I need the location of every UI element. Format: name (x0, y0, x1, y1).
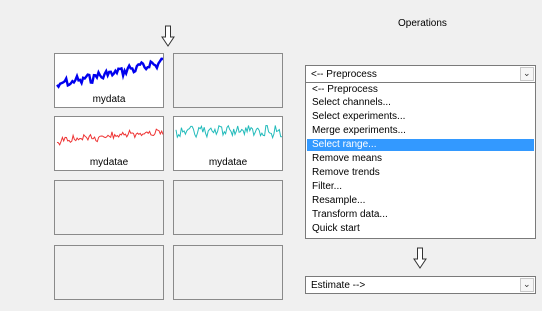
estimate-select-value: Estimate --> (311, 280, 366, 291)
down-arrow-icon (413, 247, 427, 272)
operations-heading: Operations (398, 18, 447, 29)
chevron-down-icon[interactable]: ⌄ (520, 278, 534, 292)
estimate-select[interactable]: Estimate --> ⌄ (305, 276, 536, 294)
data-tile-mydata[interactable]: mydata (54, 53, 164, 108)
menu-item-quick-start[interactable]: Quick start (307, 223, 534, 235)
menu-item-preprocess[interactable]: <-- Preprocess (307, 84, 534, 96)
data-tile-mydatae[interactable]: mydatae (173, 116, 283, 171)
empty-tile[interactable] (54, 245, 164, 300)
tile-label: mydatae (208, 157, 248, 168)
empty-tile[interactable] (173, 245, 283, 300)
menu-item-select-range[interactable]: Select range... (307, 139, 534, 151)
preprocess-dropdown-list: <-- Preprocess Select channels... Select… (305, 82, 536, 239)
menu-item-filter[interactable]: Filter... (307, 181, 534, 193)
chevron-down-icon[interactable]: ⌄ (520, 67, 534, 81)
menu-item-resample[interactable]: Resample... (307, 195, 534, 207)
menu-item-remove-means[interactable]: Remove means (307, 153, 534, 165)
menu-item-merge-experiments[interactable]: Merge experiments... (307, 125, 534, 137)
down-arrow-icon (161, 25, 175, 50)
preprocess-select-value: <-- Preprocess (311, 69, 377, 80)
menu-item-transform-data[interactable]: Transform data... (307, 209, 534, 221)
tile-label: mydata (92, 94, 126, 105)
signal-trace (175, 124, 283, 140)
signal-trace (56, 128, 164, 146)
empty-tile[interactable] (173, 53, 283, 108)
signal-trace (56, 57, 164, 89)
menu-item-remove-trends[interactable]: Remove trends (307, 167, 534, 179)
data-tile-mydatae[interactable]: mydatae (54, 116, 164, 171)
tile-label: mydatae (89, 157, 129, 168)
menu-item-select-experiments[interactable]: Select experiments... (307, 111, 534, 123)
empty-tile[interactable] (54, 180, 164, 235)
empty-tile[interactable] (173, 180, 283, 235)
menu-item-select-channels[interactable]: Select channels... (307, 97, 534, 109)
preprocess-select[interactable]: <-- Preprocess ⌄ (305, 65, 536, 83)
